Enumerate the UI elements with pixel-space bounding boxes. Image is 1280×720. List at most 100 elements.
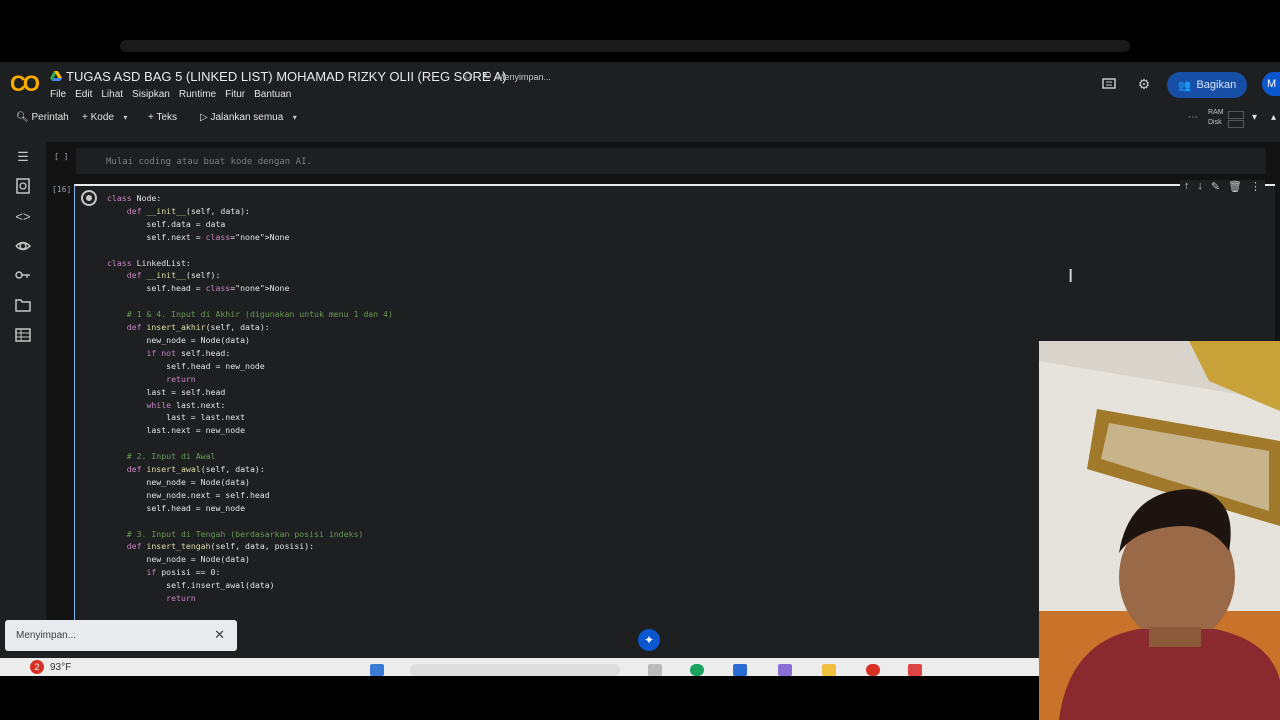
webcam-overlay [1039,341,1280,720]
code-line[interactable]: self.insert_awal(data) [107,580,274,590]
code-line[interactable]: def insert_awal(self, data): [107,464,265,474]
code-editor[interactable]: class Node: def __init__(self, data): se… [107,192,393,605]
menu-help[interactable]: Bantuan [254,89,291,100]
close-icon[interactable]: ✕ [214,627,225,643]
code-line[interactable]: def insert_akhir(self, data): [107,322,270,332]
disk-label: Disk [1208,119,1222,126]
left-sidebar: ☰ <> [0,142,46,672]
chrome-icon[interactable] [866,664,880,676]
settings-gear-icon[interactable]: ⚙ [1136,76,1152,92]
code-line[interactable]: return [107,374,196,384]
app-header: CO TUGAS ASD BAG 5 (LINKED LIST) MOHAMAD… [0,62,1280,106]
menu-insert[interactable]: Sisipkan [132,89,170,100]
code-line[interactable]: class Node: [107,193,161,203]
colab-logo[interactable]: CO [10,71,40,97]
code-line[interactable]: class LinkedList: [107,258,191,268]
notebook-toolbar: 🔍︎ Perintah + Kode ▾ + Teks ▷ Jalankan s… [0,106,1280,132]
code-line[interactable]: self.head = new_node [107,361,265,371]
command-label: Perintah [31,112,69,123]
edge-icon[interactable] [690,664,704,676]
code-line[interactable]: last.next = new_node [107,425,245,435]
code-line[interactable]: new_node = Node(data) [107,335,250,345]
empty-cell-run-button[interactable]: [ ] [54,152,68,161]
add-code-button[interactable]: + Kode ▾ [82,112,127,123]
run-cell-button[interactable] [81,190,97,206]
code-line[interactable]: new_node.next = self.head [107,490,269,500]
command-palette-button[interactable]: 🔍︎ Perintah [16,112,69,123]
move-up-icon[interactable]: ↑ [1184,180,1190,193]
run-all-button[interactable]: ▷ Jalankan semua ▾ [200,112,297,123]
notebook-title[interactable]: TUGAS ASD BAG 5 (LINKED LIST) MOHAMAD RI… [66,69,506,84]
code-line[interactable]: return [107,593,196,603]
empty-cell-placeholder[interactable]: Mulai coding atau buat kode dengan AI. [106,157,312,167]
chevron-down-icon[interactable]: ▾ [117,113,127,122]
store-icon[interactable] [733,664,747,676]
code-line[interactable]: self.head = class="none">None [107,283,289,293]
sync-icon: ⟲ [482,70,492,82]
code-line[interactable]: last = last.next [107,412,245,422]
menu-bar: File Edit Lihat Sisipkan Runtime Fitur B… [50,89,300,100]
menu-view[interactable]: Lihat [101,89,123,100]
add-text-button[interactable]: + Teks [148,112,177,123]
start-icon[interactable] [370,664,384,676]
top-letterbox [0,0,1280,62]
taskbar-search-icon[interactable] [410,664,620,676]
find-replace-icon[interactable] [14,178,32,196]
resource-monitor[interactable]: RAM Disk [1208,108,1224,128]
ram-bar [1228,111,1244,119]
files-folder-icon[interactable] [14,298,32,316]
code-line[interactable]: # 2. Input di Awal [107,451,216,461]
delete-trash-icon[interactable]: 🗑︎ [1228,180,1242,193]
share-button[interactable]: 👥 Bagikan [1167,72,1247,98]
explorer-folder-icon[interactable] [822,664,836,676]
code-line[interactable]: def __init__(self, data): [107,206,250,216]
weather-badge[interactable]: 2 [30,660,44,674]
comment-icon[interactable] [1101,76,1117,92]
toast-text: Menyimpan... [16,630,77,641]
code-line[interactable]: self.next = class="none">None [107,232,289,242]
table-of-contents-icon[interactable]: ☰ [14,148,32,166]
code-line[interactable]: def __init__(self): [107,270,221,280]
add-code-label: Kode [90,112,114,123]
taskview-icon[interactable] [648,664,662,676]
more-options-icon[interactable]: ⋮ [1250,180,1261,193]
menu-file[interactable]: File [50,89,66,100]
code-line[interactable]: if not self.head: [107,348,230,358]
variables-icon[interactable] [14,238,32,256]
code-line[interactable]: self.head = new_node [107,503,245,513]
secrets-key-icon[interactable] [14,268,32,286]
run-all-label: Jalankan semua [210,112,284,123]
code-line[interactable]: if posisi == 0: [107,567,220,577]
plus-icon: + [82,112,88,123]
menu-tools[interactable]: Fitur [225,89,245,100]
menu-runtime[interactable]: Runtime [179,89,216,100]
chevron-up-icon[interactable]: ▴ [1271,112,1276,123]
weather-temp[interactable]: 93°F [50,662,71,673]
menu-edit[interactable]: Edit [75,89,92,100]
edit-pencil-icon[interactable]: ✎ [1211,180,1220,193]
browser-tabstrip [120,40,1130,52]
chevron-down-icon[interactable]: ▾ [286,113,297,122]
chevron-down-icon[interactable]: ▾ [1252,112,1257,123]
code-line[interactable]: # 3. Input di Tengah (berdasarkan posisi… [107,529,364,539]
save-status: Menyimpan... [497,72,552,82]
code-line[interactable]: while last.next: [107,400,225,410]
code-line[interactable]: last = self.head [107,387,225,397]
star-icon[interactable]: ☆ [462,68,474,84]
teams-icon[interactable] [778,664,792,676]
code-line[interactable]: def insert_tengah(self, data, posisi): [107,541,314,551]
data-table-icon[interactable] [14,328,32,346]
account-avatar[interactable]: M [1262,72,1280,96]
code-line[interactable]: new_node = Node(data) [107,554,250,564]
code-line[interactable]: self.data = data [107,219,225,229]
people-icon: 👥 [1177,79,1192,92]
text-cursor-icon: Ι [1068,266,1074,287]
office-icon[interactable] [908,664,922,676]
code-snippets-icon[interactable]: <> [14,208,32,226]
code-line[interactable]: # 1 & 4. Input di Akhir (digunakan untuk… [107,309,393,319]
move-down-icon[interactable]: ↓ [1197,180,1203,193]
gemini-sparkle-icon[interactable]: ✦ [638,629,660,651]
ram-label: RAM [1208,109,1224,116]
code-line[interactable]: new_node = Node(data) [107,477,250,487]
cell-toolbar: ↑ ↓ ✎ 🗑︎ ⋮ [1179,180,1265,193]
